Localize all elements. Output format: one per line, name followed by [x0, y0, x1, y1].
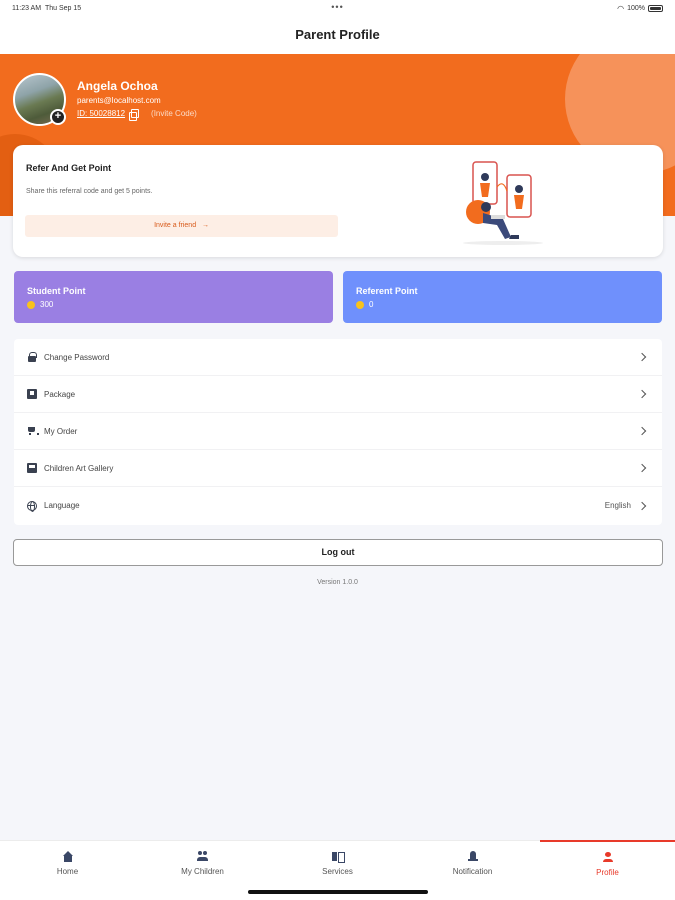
chevron-right-icon	[637, 463, 647, 473]
chevron-right-icon	[637, 352, 647, 362]
menu-item-children-art-gallery[interactable]: Children Art Gallery	[14, 450, 662, 487]
tab-label: Profile	[596, 868, 619, 877]
gallery-icon	[27, 463, 37, 473]
menu-item-change-password[interactable]: Change Password	[14, 339, 662, 376]
referent-point-value: 0	[369, 300, 374, 309]
tab-home[interactable]: Home	[0, 841, 135, 900]
menu-item-label: Change Password	[44, 352, 110, 362]
cart-icon	[27, 426, 39, 436]
profile-id-row: ID: 50028812 (Invite Code)	[77, 109, 197, 121]
tab-label: Notification	[452, 867, 493, 876]
battery-icon	[648, 5, 663, 12]
chevron-right-icon	[637, 426, 647, 436]
status-time: 11:23 AM Thu Sep 15	[12, 5, 82, 12]
package-icon	[27, 389, 37, 399]
tab-label: Services	[322, 867, 353, 876]
lock-icon	[27, 352, 37, 362]
version-label: Version 1.0.0	[317, 579, 358, 586]
menu-item-package[interactable]: Package	[14, 376, 662, 413]
add-photo-icon[interactable]: +	[50, 109, 66, 125]
menu-item-label: Language	[44, 501, 80, 510]
referent-point-title: Referent Point	[356, 286, 418, 296]
coin-icon	[27, 300, 35, 309]
profile-email: parents@localhost.com	[77, 96, 161, 105]
referent-point-value-row: 0	[356, 300, 373, 309]
bell-icon	[467, 851, 479, 862]
wifi-icon: ◠	[617, 4, 625, 13]
home-indicator[interactable]	[247, 890, 428, 894]
page-title: Parent Profile	[0, 18, 675, 54]
student-point-value: 300	[40, 300, 54, 309]
tab-label: My Children	[181, 867, 224, 876]
status-right: ◠ 100%	[617, 4, 663, 13]
menu-item-label: My Order	[44, 426, 78, 436]
student-point-value-row: 300	[27, 300, 53, 309]
tab-label: Home	[56, 867, 79, 876]
invite-friend-label: Invite a friend	[154, 222, 197, 229]
student-point-title: Student Point	[27, 286, 86, 296]
menu-item-label: Package	[44, 389, 76, 399]
chevron-right-icon	[637, 389, 647, 399]
language-value: English	[604, 501, 631, 510]
settings-menu: Change Password Package My Order Childre…	[14, 339, 662, 525]
services-icon	[331, 851, 345, 863]
referral-illustration	[463, 161, 543, 245]
tab-profile[interactable]: Profile	[540, 840, 675, 900]
battery-percent: 100%	[627, 5, 645, 12]
invite-friend-button[interactable]: Invite a friend →	[25, 215, 338, 237]
profile-icon	[602, 852, 614, 863]
profile-id[interactable]: ID: 50028812	[77, 109, 125, 118]
menu-item-language[interactable]: Language English	[14, 487, 662, 524]
profile-name: Angela Ochoa	[77, 79, 158, 93]
menu-item-label: Children Art Gallery	[44, 463, 114, 473]
home-icon	[62, 851, 74, 862]
chevron-right-icon	[637, 501, 647, 510]
globe-icon	[27, 500, 37, 512]
logout-button[interactable]: Log out	[13, 539, 663, 566]
coin-icon	[356, 300, 364, 309]
student-point-card[interactable]: Student Point 300	[14, 271, 333, 323]
status-bar: 11:23 AM Thu Sep 15 ••• ◠ 100%	[0, 0, 675, 18]
refer-description: Share this referral code and get 5 point…	[26, 188, 153, 195]
arrow-right-icon: →	[201, 222, 209, 229]
invite-code-label: (Invite Code)	[151, 109, 197, 118]
refer-title: Refer And Get Point	[26, 163, 112, 173]
menu-item-my-order[interactable]: My Order	[14, 413, 662, 450]
multitask-dots[interactable]: •••	[331, 2, 343, 12]
children-icon	[196, 851, 209, 862]
referent-point-card[interactable]: Referent Point 0	[343, 271, 662, 323]
refer-card: Refer And Get Point Share this referral …	[13, 145, 663, 257]
copy-icon[interactable]	[129, 109, 140, 121]
